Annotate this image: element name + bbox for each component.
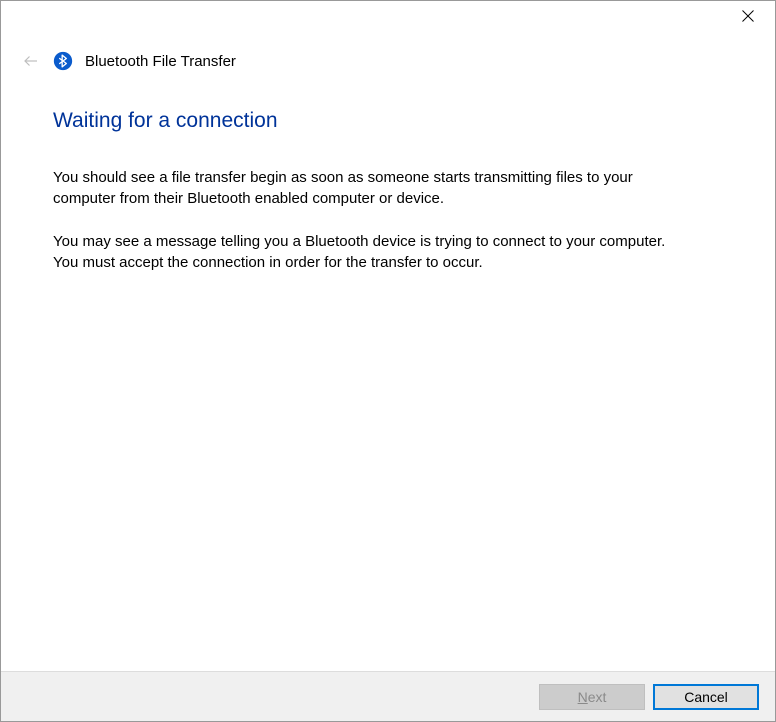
back-arrow-icon xyxy=(21,51,41,71)
close-button[interactable] xyxy=(725,1,771,31)
instruction-paragraph-2: You may see a message telling you a Blue… xyxy=(53,231,693,273)
close-icon xyxy=(742,10,754,22)
next-button: Next xyxy=(539,684,645,710)
next-button-label: Next xyxy=(578,689,607,705)
cancel-button[interactable]: Cancel xyxy=(653,684,759,710)
cancel-button-label: Cancel xyxy=(684,689,728,705)
wizard-footer: Next Cancel xyxy=(1,671,775,721)
page-heading: Waiting for a connection xyxy=(53,109,723,133)
bluetooth-icon xyxy=(53,51,73,71)
instruction-paragraph-1: You should see a file transfer begin as … xyxy=(53,167,693,209)
titlebar xyxy=(1,1,775,33)
content-area: Waiting for a connection You should see … xyxy=(1,71,775,273)
wizard-title: Bluetooth File Transfer xyxy=(85,53,236,70)
wizard-header: Bluetooth File Transfer xyxy=(1,33,775,71)
